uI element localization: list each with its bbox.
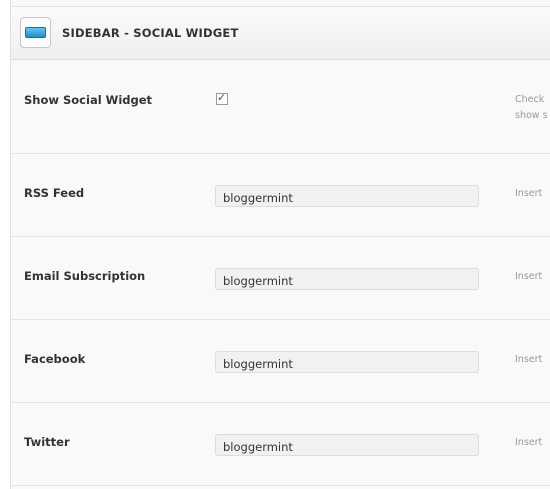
email-subscription-description: Insert	[515, 271, 543, 282]
panel-icon	[20, 17, 51, 48]
twitter-input[interactable]: bloggermint	[215, 434, 479, 456]
facebook-row: Facebook bloggermint Insert	[11, 320, 550, 403]
check-icon: ✓	[217, 91, 227, 104]
email-subscription-input[interactable]: bloggermint	[215, 268, 479, 290]
email-subscription-row: Email Subscription bloggermint Insert	[11, 237, 550, 320]
social-widget-panel: SIDEBAR - SOCIAL WIDGET Show Social Widg…	[10, 0, 550, 489]
rss-feed-input[interactable]: bloggermint	[215, 185, 479, 207]
facebook-value: bloggermint	[223, 357, 293, 371]
twitter-label: Twitter	[24, 435, 70, 449]
email-subscription-label: Email Subscription	[24, 269, 146, 283]
twitter-description: Insert	[515, 437, 543, 448]
show-widget-desc-line1: Check	[515, 94, 545, 105]
show-widget-desc-line2: show s	[515, 110, 548, 121]
facebook-description: Insert	[515, 354, 543, 365]
rss-feed-row: RSS Feed bloggermint Insert	[11, 154, 550, 237]
rss-feed-label: RSS Feed	[24, 186, 85, 200]
show-widget-label: Show Social Widget	[24, 93, 153, 107]
rss-feed-description: Insert	[515, 188, 543, 199]
facebook-label: Facebook	[24, 352, 86, 366]
twitter-row: Twitter bloggermint Insert	[11, 403, 550, 486]
show-widget-checkbox[interactable]: ✓	[216, 91, 228, 105]
twitter-value: bloggermint	[223, 440, 293, 454]
panel-icon-bar	[25, 27, 46, 38]
show-widget-row: Show Social Widget ✓ Check show s	[11, 60, 550, 154]
email-subscription-value: bloggermint	[223, 274, 293, 288]
section-header: SIDEBAR - SOCIAL WIDGET	[11, 6, 550, 60]
facebook-input[interactable]: bloggermint	[215, 351, 479, 373]
section-title: SIDEBAR - SOCIAL WIDGET	[62, 26, 239, 40]
show-widget-description: Check show s	[515, 92, 548, 124]
rss-feed-value: bloggermint	[223, 191, 293, 205]
